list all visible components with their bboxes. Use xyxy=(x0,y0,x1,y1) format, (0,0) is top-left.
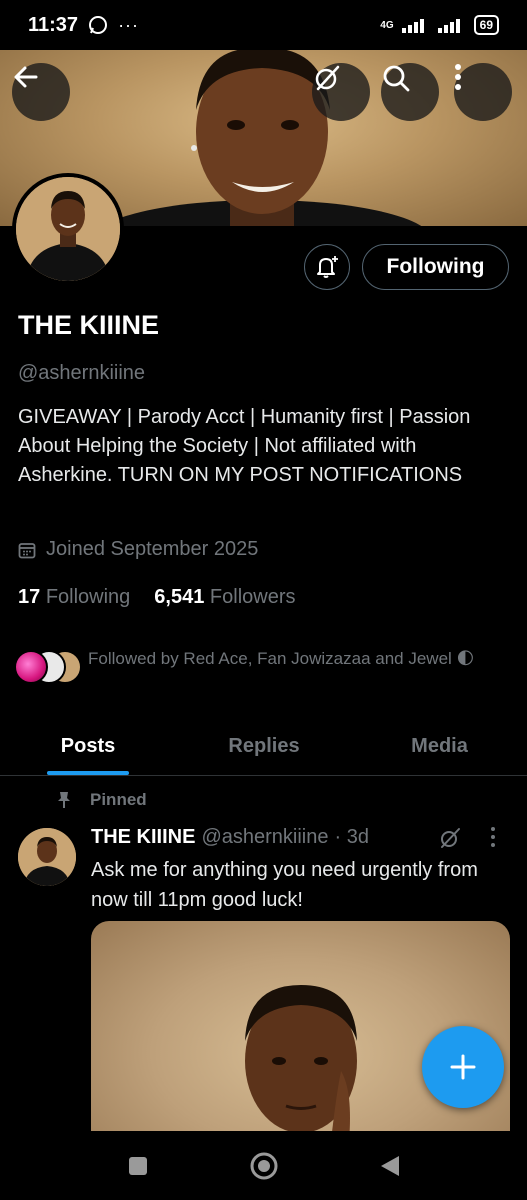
nav-square-icon[interactable] xyxy=(127,1155,149,1177)
post-author-avatar[interactable] xyxy=(18,828,76,886)
following-stat[interactable]: 17 Following xyxy=(18,586,130,609)
tab-posts[interactable]: Posts xyxy=(0,718,176,775)
profile-tabs: Posts Replies Media xyxy=(0,718,527,776)
more-notifications-icon: ··· xyxy=(118,14,140,35)
post-text: Ask me for anything you need urgently fr… xyxy=(91,859,478,911)
system-navigation-bar xyxy=(0,1131,527,1200)
search-button[interactable] xyxy=(381,63,439,121)
notifications-bell-button[interactable] xyxy=(304,244,350,290)
whatsapp-icon xyxy=(89,16,108,34)
avatar-photo xyxy=(16,177,120,281)
pinned-indicator: Pinned xyxy=(56,790,147,810)
followers-label: Followers xyxy=(209,586,296,608)
mutual-avatars xyxy=(14,646,86,688)
tab-posts-label: Posts xyxy=(60,735,116,757)
search-icon xyxy=(383,65,410,92)
network-type: 4G xyxy=(380,19,394,31)
signal-icon xyxy=(401,19,424,33)
joined-date: Joined September 2025 xyxy=(18,538,258,561)
more-vertical-icon xyxy=(491,827,495,847)
nav-circle-icon[interactable] xyxy=(249,1151,279,1181)
tab-replies[interactable]: Replies xyxy=(176,718,352,775)
tab-media-label: Media xyxy=(411,735,468,757)
profile-handle: @ashernkiiine xyxy=(18,362,146,384)
calendar-icon xyxy=(18,542,36,558)
bell-plus-icon xyxy=(317,256,338,278)
pinned-label: Pinned xyxy=(90,790,147,809)
followed-by-text: Followed by Red Ace, Fan Jowizazaa and J… xyxy=(88,649,475,668)
plus-icon xyxy=(450,1054,476,1080)
post-author-name[interactable]: THE KIIINE xyxy=(91,826,195,849)
post-header: THE KIIINE @ashernkiiine · 3d xyxy=(91,826,369,849)
profile-name: THE KIIINE xyxy=(18,310,160,340)
grok-icon xyxy=(315,65,340,91)
profile-bio: GIVEAWAY | Parody Acct | Humanity first … xyxy=(18,406,471,486)
status-time: 11:37 xyxy=(28,13,79,36)
follow-stats: 17 Following 6,541 Followers xyxy=(18,586,296,609)
post-author-handle[interactable]: @ashernkiiine xyxy=(201,826,328,849)
followers-count: 6,541 xyxy=(154,586,205,608)
grok-icon xyxy=(441,828,460,848)
more-vertical-icon xyxy=(455,64,461,90)
tab-replies-label: Replies xyxy=(228,735,300,757)
signal-icon-2 xyxy=(437,19,460,33)
status-bar: 11:37 ··· 4G 69 xyxy=(0,0,527,50)
following-button[interactable]: Following xyxy=(362,244,509,290)
back-button[interactable] xyxy=(12,63,70,121)
following-count: 17 xyxy=(18,586,41,608)
post-grok-button[interactable] xyxy=(438,826,462,855)
more-options-button[interactable] xyxy=(454,63,512,121)
pin-icon xyxy=(58,792,70,808)
back-arrow-icon xyxy=(14,66,38,88)
battery-indicator: 69 xyxy=(473,15,499,35)
following-label: Following xyxy=(45,586,131,608)
compose-post-button[interactable] xyxy=(422,1026,504,1108)
post-time: · 3d xyxy=(334,826,369,848)
followed-by-row[interactable]: Followed by Red Ace, Fan Jowizazaa and J… xyxy=(14,646,508,688)
mutual-avatar-1 xyxy=(14,650,48,684)
grok-button[interactable] xyxy=(312,63,370,121)
post-avatar-photo xyxy=(18,828,76,886)
active-tab-indicator xyxy=(47,771,129,775)
profile-avatar[interactable] xyxy=(12,173,124,285)
nav-back-triangle-icon[interactable] xyxy=(379,1154,401,1178)
joined-text: Joined September 2025 xyxy=(46,538,259,560)
post-more-button[interactable] xyxy=(490,826,496,853)
followers-stat[interactable]: 6,541 Followers xyxy=(154,586,295,609)
tab-media[interactable]: Media xyxy=(352,718,527,775)
